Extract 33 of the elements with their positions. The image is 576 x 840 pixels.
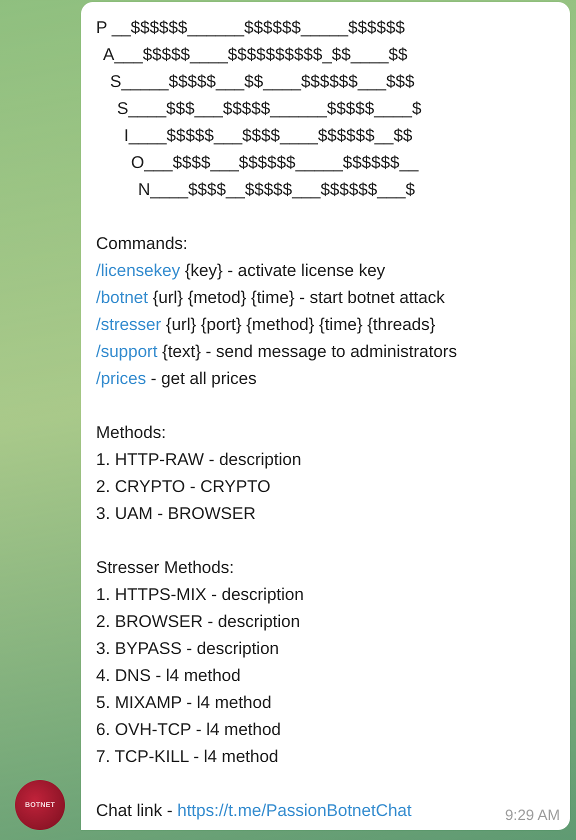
command-link[interactable]: /stresser bbox=[96, 315, 162, 334]
ascii-art-line: P __$$$$$$______$$$$$$_____$$$$$$ bbox=[96, 17, 405, 39]
command-line: /botnet {url} {metod} {time} - start botnet attack bbox=[96, 287, 445, 309]
command-link[interactable]: /support bbox=[96, 342, 158, 361]
ascii-art-line: N____$$$$__$$$$$___$$$$$$___$ bbox=[138, 179, 416, 201]
command-line: /licensekey {key} - activate license key bbox=[96, 260, 386, 282]
method-item: 2. BROWSER - description bbox=[96, 611, 300, 633]
method-item: 4. DNS - l4 method bbox=[96, 665, 241, 687]
command-link[interactable]: /botnet bbox=[96, 288, 148, 307]
section-heading: Methods: bbox=[96, 422, 166, 444]
section-heading: Commands: bbox=[96, 233, 188, 255]
method-item: 3. BYPASS - description bbox=[96, 638, 279, 660]
ascii-art-line: S____$$$___$$$$$______$$$$$____$ bbox=[117, 98, 422, 120]
chat-link-text: Chat link - https://t.me/PassionBotnetChat bbox=[96, 800, 412, 822]
method-item: 2. CRYPTO - CRYPTO bbox=[96, 476, 270, 498]
ascii-art-line: A___$$$$$____$$$$$$$$$$_$$____$$ bbox=[103, 44, 408, 66]
command-link[interactable]: /licensekey bbox=[96, 261, 180, 280]
method-item: 7. TCP-KILL - l4 method bbox=[96, 746, 278, 768]
command-line: /stresser {url} {port} {method} {time} {threads} bbox=[96, 314, 436, 336]
ascii-art-line: O___$$$$___$$$$$$_____$$$$$$__ bbox=[131, 152, 418, 174]
ascii-art-line: I____$$$$$___$$$$____$$$$$$__$$ bbox=[124, 125, 412, 147]
command-link[interactable]: /prices bbox=[96, 369, 146, 388]
ascii-art-line: S_____$$$$$___$$____$$$$$$___$$$ bbox=[110, 71, 414, 93]
method-item: 1. HTTPS-MIX - description bbox=[96, 584, 304, 606]
section-heading: Stresser Methods: bbox=[96, 557, 234, 579]
command-line: /support {text} - send message to administrators bbox=[96, 341, 457, 363]
chat-link[interactable]: https://t.me/PassionBotnetChat bbox=[177, 801, 412, 820]
command-line: /prices - get all prices bbox=[96, 368, 257, 390]
method-item: 3. UAM - BROWSER bbox=[96, 503, 256, 525]
method-item: 5. MIXAMP - l4 method bbox=[96, 692, 272, 714]
method-item: 1. HTTP-RAW - description bbox=[96, 449, 302, 471]
method-item: 6. OVH-TCP - l4 method bbox=[96, 719, 281, 741]
message-time: 9:29 AM bbox=[504, 806, 560, 826]
